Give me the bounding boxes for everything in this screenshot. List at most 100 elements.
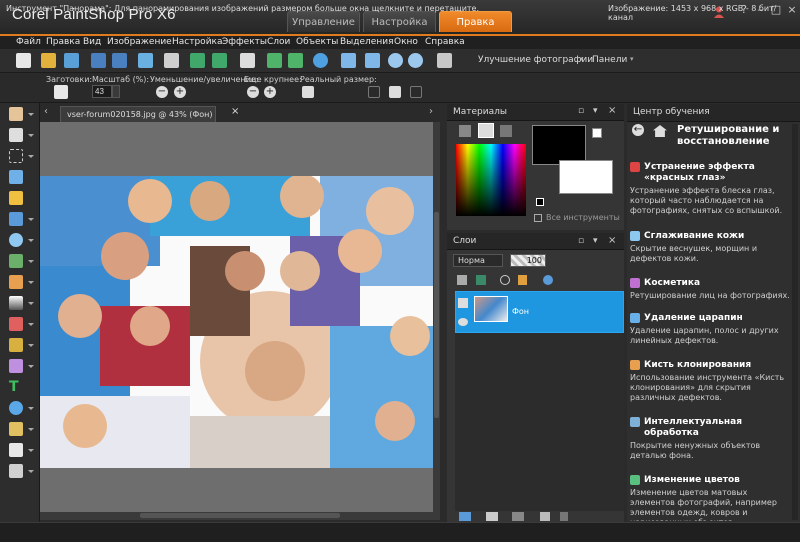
redo-icon[interactable] — [212, 53, 227, 68]
eraser-tool-icon[interactable] — [9, 464, 23, 478]
grid-icon[interactable] — [389, 86, 401, 98]
straighten-tool-icon[interactable] — [9, 212, 23, 226]
menu-effects[interactable]: Эффекты — [222, 37, 267, 47]
new-layer-icon[interactable] — [457, 275, 467, 285]
dodge-tool-icon[interactable] — [9, 338, 23, 352]
warp-brush-icon[interactable] — [9, 443, 23, 457]
crop-icon[interactable] — [240, 53, 255, 68]
print-icon[interactable] — [164, 53, 179, 68]
zoom-out-button[interactable]: − — [156, 86, 168, 98]
blend-mode-select[interactable]: Норма — [453, 254, 503, 267]
tab-adjust[interactable]: Настройка — [363, 11, 436, 32]
menu-edit[interactable]: Правка — [46, 37, 80, 47]
hand-preset-icon[interactable] — [54, 85, 68, 99]
layer-row-background[interactable]: Фон — [455, 291, 624, 333]
menu-layers[interactable]: Слои — [267, 37, 290, 47]
pen-tool-icon[interactable] — [9, 422, 23, 436]
visibility-eye-icon[interactable] — [458, 318, 468, 326]
zoom-more-in-button[interactable]: + — [264, 86, 276, 98]
shape-tool-icon[interactable] — [9, 401, 23, 415]
swatches-icon[interactable] — [500, 125, 512, 137]
tab-close-icon[interactable]: × — [231, 106, 239, 117]
menu-image[interactable]: Изображение — [107, 37, 172, 47]
resize-icon[interactable] — [341, 53, 356, 68]
fit-icon[interactable] — [365, 53, 380, 68]
save-icon[interactable] — [91, 53, 106, 68]
photo-image[interactable] — [40, 176, 434, 468]
zoom-spinner[interactable] — [112, 85, 120, 98]
color-spectrum[interactable] — [456, 144, 526, 216]
background-color-swatch[interactable] — [559, 160, 613, 194]
adjustment-layer-icon[interactable] — [543, 275, 553, 285]
tab-edit[interactable]: Правка — [439, 11, 512, 32]
reset-color-icon[interactable] — [536, 198, 544, 206]
learning-item-smart-fill[interactable]: Интеллектуальная обработка Покрытие нену… — [630, 417, 790, 461]
makeover-tool-icon[interactable] — [9, 254, 23, 268]
actual-size-icon[interactable] — [302, 86, 314, 98]
learning-item-clone-brush[interactable]: Кисть клонирования Использование инструм… — [630, 360, 790, 403]
new-icon[interactable] — [16, 53, 31, 68]
panel-menu-icon[interactable]: ▫ — [578, 106, 584, 116]
panel-options-icon[interactable]: ▾ — [593, 106, 598, 116]
menu-window[interactable]: Окно — [394, 37, 418, 47]
menu-selections[interactable]: Выделения — [340, 37, 393, 47]
zoom-in-icon[interactable] — [408, 53, 423, 68]
crop-tool-icon[interactable] — [9, 191, 23, 205]
layer-mask-icon[interactable] — [512, 512, 524, 521]
zoom-out-icon[interactable] — [388, 53, 403, 68]
tab-scroll-left-icon[interactable]: ‹ — [44, 106, 48, 117]
share-icon[interactable] — [138, 53, 153, 68]
zoom-more-out-button[interactable]: − — [247, 86, 259, 98]
mask-icon[interactable] — [476, 275, 486, 285]
pan-tool-icon[interactable] — [9, 107, 23, 121]
mirror-icon[interactable] — [288, 53, 303, 68]
layers-panel-options-icon[interactable]: ▾ — [593, 236, 598, 246]
dropper-tool-icon[interactable] — [9, 170, 23, 184]
trash-icon[interactable] — [560, 512, 568, 521]
learning-item-skin-smoothing[interactable]: Сглаживание кожи Скрытие веснушек, морщи… — [630, 231, 790, 264]
tab-scroll-right-icon[interactable]: › — [429, 106, 433, 117]
frame-icon[interactable] — [459, 125, 471, 137]
text-tool-icon[interactable]: T — [9, 380, 23, 394]
panel-close-icon[interactable]: × — [608, 105, 616, 116]
script-icon[interactable] — [437, 53, 452, 68]
flip-icon[interactable] — [267, 53, 282, 68]
enhance-photo-dropdown[interactable]: Улучшение фотографии — [478, 55, 593, 65]
panels-dropdown[interactable]: Панели — [592, 55, 627, 65]
menu-help[interactable]: Справка — [425, 37, 465, 47]
swap-color-icon[interactable] — [592, 128, 602, 138]
lock-icon[interactable] — [518, 275, 527, 285]
zoom-input[interactable] — [92, 85, 112, 98]
layers-panel-menu-icon[interactable]: ▫ — [578, 236, 584, 246]
selection-tool-icon[interactable] — [9, 149, 23, 163]
undo-icon[interactable] — [190, 53, 205, 68]
vertical-scrollbar[interactable] — [433, 122, 440, 512]
horizontal-scroll-thumb[interactable] — [140, 513, 340, 518]
learning-item-color-changer[interactable]: Изменение цветов Изменение цветов матовы… — [630, 475, 790, 521]
move-icon[interactable] — [368, 86, 380, 98]
learning-scrollbar[interactable] — [792, 124, 798, 520]
layer-new-raster-icon[interactable] — [459, 512, 471, 521]
vertical-scroll-thumb[interactable] — [434, 212, 439, 418]
back-arrow-icon[interactable]: ← — [632, 124, 644, 136]
learning-item-makeover[interactable]: Косметика Ретуширование лиц на фотографи… — [630, 278, 790, 301]
smudge-tool-icon[interactable] — [9, 359, 23, 373]
navigate-icon[interactable] — [410, 86, 422, 98]
document-tab[interactable]: vser-forum020158.jpg @ 43% (Фон) — [60, 106, 216, 122]
layer-duplicate-icon[interactable] — [540, 512, 550, 521]
tab-manage[interactable]: Управление — [287, 11, 360, 32]
zoom-in-button[interactable]: + — [174, 86, 186, 98]
horizontal-scrollbar[interactable] — [40, 512, 440, 520]
info-icon[interactable] — [313, 53, 328, 68]
learning-item-scratch-remover[interactable]: Удаление царапин Удаление царапин, полос… — [630, 313, 790, 346]
red-eye-tool-icon[interactable] — [9, 233, 23, 247]
menu-view[interactable]: Вид — [83, 37, 101, 47]
pick-tool-icon[interactable] — [9, 128, 23, 142]
all-tools-checkbox[interactable] — [534, 214, 542, 222]
paint-brush-icon[interactable] — [9, 317, 23, 331]
foreground-color-swatch[interactable] — [532, 125, 586, 165]
layer-brush-icon[interactable] — [486, 512, 498, 521]
opacity-field[interactable]: 100 — [510, 254, 546, 267]
browse-icon[interactable] — [64, 53, 79, 68]
gradient-tool-icon[interactable] — [9, 296, 23, 310]
